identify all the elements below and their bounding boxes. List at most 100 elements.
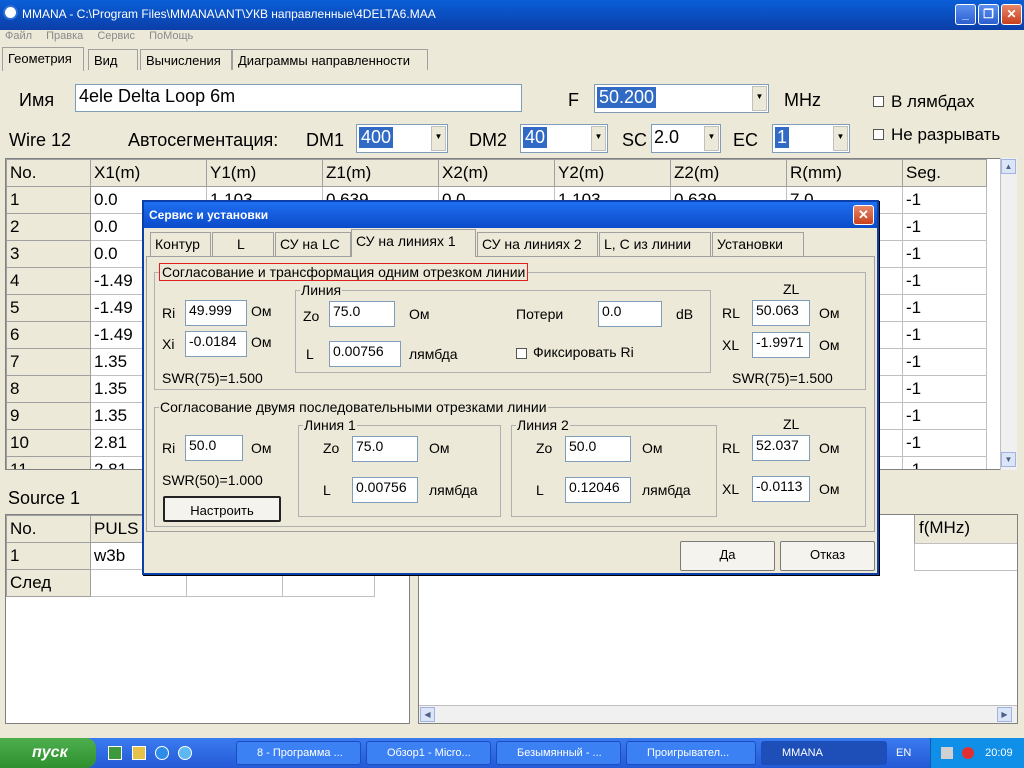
- rl-input[interactable]: 50.063: [752, 300, 810, 326]
- dtab-lines1[interactable]: СУ на линиях 1: [351, 229, 476, 257]
- chevron-down-icon[interactable]: ▼: [704, 126, 719, 151]
- ohm-label: Ом: [819, 440, 840, 456]
- dtab-lc-from-line[interactable]: L, C из линии: [599, 232, 711, 256]
- name-input[interactable]: 4ele Delta Loop 6m: [75, 84, 522, 112]
- ohm-label: Ом: [819, 481, 840, 497]
- xl2-input[interactable]: -0.0113: [752, 476, 810, 502]
- table-cell[interactable]: -1: [902, 348, 987, 376]
- table-cell[interactable]: -1: [902, 213, 987, 241]
- table-cell[interactable]: -1: [902, 240, 987, 268]
- dm1-select[interactable]: 400 ▼: [356, 124, 448, 153]
- table-cell[interactable]: -1: [902, 375, 987, 403]
- dm1-label: DM1: [306, 130, 345, 150]
- cancel-button[interactable]: Отказ: [780, 541, 875, 571]
- taskbar-item-word[interactable]: Обзор1 - Micro...: [366, 741, 491, 765]
- l2-input[interactable]: 0.12046: [565, 477, 631, 503]
- zo-input[interactable]: 75.0: [329, 301, 395, 327]
- tab-calculations[interactable]: Вычисления: [140, 49, 232, 70]
- xi-label: Xi: [162, 336, 175, 352]
- xl-label: XL: [722, 337, 740, 353]
- dtab-contour[interactable]: Контур: [150, 232, 211, 256]
- sc-label: SC: [622, 130, 648, 150]
- lambda-checkbox[interactable]: [873, 96, 884, 107]
- nobreak-checkbox[interactable]: [873, 129, 884, 140]
- chevron-down-icon[interactable]: ▼: [431, 126, 446, 151]
- table-cell[interactable]: -1: [902, 456, 987, 469]
- media-icon[interactable]: [132, 746, 146, 760]
- ri-input[interactable]: 49.999: [185, 300, 247, 326]
- rl2-input[interactable]: 52.037: [752, 435, 810, 461]
- f-mhz-header: f(MHz): [914, 515, 1017, 543]
- dtab-l[interactable]: L: [212, 232, 274, 256]
- minimize-button[interactable]: _: [955, 4, 976, 25]
- dtab-lc[interactable]: СУ на LC: [275, 232, 351, 256]
- menu-service[interactable]: Сервис: [97, 30, 135, 42]
- menu-file[interactable]: Файл: [5, 30, 32, 42]
- source-next: След: [6, 569, 91, 597]
- ec-select[interactable]: 1 ▼: [772, 124, 850, 153]
- scroll-up-icon[interactable]: ▲: [1001, 159, 1016, 174]
- l1-input[interactable]: 0.00756: [352, 477, 418, 503]
- taskbar-item-player[interactable]: Проигрывател...: [626, 741, 756, 765]
- show-desktop-icon[interactable]: [108, 746, 122, 760]
- ie-icon[interactable]: [178, 746, 192, 760]
- volume-icon[interactable]: [962, 747, 975, 760]
- ohm-label: Ом: [429, 440, 450, 456]
- zo1-input[interactable]: 75.0: [352, 436, 418, 462]
- xl-input[interactable]: -1.9971: [752, 332, 810, 358]
- maximize-button[interactable]: ❐: [978, 4, 999, 25]
- taskbar: пуск 8 - Программа ... Обзор1 - Micro...…: [0, 738, 1024, 768]
- ohm-label: Ом: [819, 305, 840, 321]
- ri2-input[interactable]: 50.0: [185, 435, 243, 461]
- dtab-lines2[interactable]: СУ на линиях 2: [477, 232, 598, 256]
- frequency-select[interactable]: 50.200 ▼: [594, 84, 769, 113]
- table-cell[interactable]: -1: [902, 267, 987, 295]
- start-button[interactable]: пуск: [0, 738, 96, 768]
- rl-label: RL: [722, 440, 740, 456]
- chevron-down-icon[interactable]: ▼: [591, 126, 606, 151]
- scroll-down-icon[interactable]: ▼: [1001, 452, 1016, 467]
- chevron-down-icon[interactable]: ▼: [833, 126, 848, 151]
- title-bar: MMANA - C:\Program Files\MMANA\ANT\УКВ н…: [0, 0, 1024, 30]
- column-header: X1(m): [90, 159, 207, 187]
- horizontal-scrollbar[interactable]: ◀ ▶: [419, 705, 1017, 723]
- frequency-value: 50.200: [597, 87, 657, 108]
- tab-view[interactable]: Вид: [88, 49, 138, 70]
- l-input[interactable]: 0.00756: [329, 341, 401, 367]
- ohm-label: Ом: [819, 337, 840, 353]
- table-cell[interactable]: -1: [902, 321, 987, 349]
- table-cell[interactable]: -1: [902, 429, 987, 457]
- tab-geometry[interactable]: Геометрия: [2, 47, 84, 71]
- scroll-left-icon[interactable]: ◀: [420, 707, 435, 722]
- dtab-settings[interactable]: Установки: [712, 232, 804, 256]
- fix-ri-checkbox[interactable]: [516, 348, 527, 359]
- language-indicator[interactable]: EN: [896, 747, 911, 759]
- scroll-right-icon[interactable]: ▶: [997, 707, 1012, 722]
- tune-button[interactable]: Настроить: [163, 496, 281, 522]
- close-button[interactable]: ✕: [1001, 4, 1022, 25]
- taskbar-item-mmana[interactable]: MMANA: [761, 741, 887, 765]
- wire-table-scrollbar[interactable]: ▲ ▼: [1000, 158, 1017, 470]
- menu-help[interactable]: ПоМощь: [149, 30, 193, 42]
- app-icon[interactable]: [3, 5, 18, 20]
- taskbar-item-program[interactable]: 8 - Программа ...: [236, 741, 361, 765]
- browser-icon[interactable]: [155, 746, 169, 760]
- dm2-select[interactable]: 40 ▼: [520, 124, 608, 153]
- tab-patterns[interactable]: Диаграммы направленности: [232, 49, 428, 70]
- table-cell[interactable]: -1: [902, 186, 987, 214]
- table-cell[interactable]: -1: [902, 294, 987, 322]
- zo2-input[interactable]: 50.0: [565, 436, 631, 462]
- taskbar-item-paint[interactable]: Безымянный - ...: [496, 741, 621, 765]
- table-cell[interactable]: [914, 543, 1017, 571]
- xi-input[interactable]: -0.0184: [185, 331, 247, 357]
- ohm-label: Ом: [642, 440, 663, 456]
- table-cell[interactable]: -1: [902, 402, 987, 430]
- ok-button[interactable]: Да: [680, 541, 775, 571]
- ec-label: EC: [733, 130, 759, 150]
- network-icon[interactable]: [941, 747, 953, 760]
- close-icon[interactable]: ✕: [853, 205, 874, 225]
- sc-select[interactable]: 2.0 ▼: [651, 124, 721, 153]
- menu-edit[interactable]: Правка: [46, 30, 83, 42]
- chevron-down-icon[interactable]: ▼: [752, 86, 767, 111]
- loss-input[interactable]: 0.0: [598, 301, 662, 327]
